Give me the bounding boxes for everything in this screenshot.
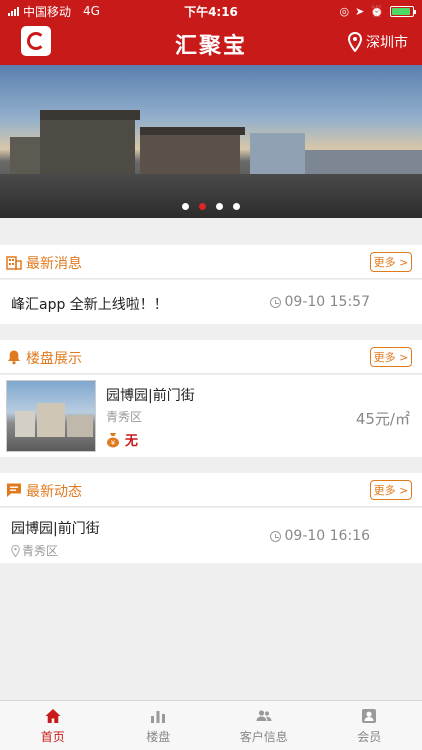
tab-customers[interactable]: 客户信息 <box>211 701 317 750</box>
dynamics-item-location: 青秀区 <box>11 542 58 559</box>
properties-section-header: 楼盘展示 更多 > <box>0 340 422 374</box>
location-pin-icon <box>347 32 363 52</box>
property-badge: ¥ 无 <box>106 430 138 449</box>
home-icon <box>45 708 61 723</box>
news-item-time: 09-10 15:57 <box>269 294 370 310</box>
property-list-item[interactable]: 园博园|前门街 青秀区 ¥ 无 45元/㎡ <box>0 375 422 457</box>
news-more-button[interactable]: 更多 > <box>370 252 412 272</box>
city-selector[interactable]: 深圳市 <box>347 32 408 52</box>
dynamics-item-title: 园博园|前门街 <box>11 521 100 537</box>
dynamics-location-label: 青秀区 <box>22 544 59 558</box>
dynamics-section-header: 最新动态 更多 > <box>0 473 422 507</box>
rotation-lock-icon: ◎ <box>339 4 350 18</box>
property-badge-label: 无 <box>125 434 139 449</box>
svg-text:¥: ¥ <box>111 439 116 447</box>
tab-home[interactable]: 首页 <box>0 701 106 750</box>
signal-icon <box>8 6 19 16</box>
bar-chart-icon <box>151 710 166 723</box>
tab-properties[interactable]: 楼盘 <box>106 701 212 750</box>
bottom-tab-bar: 首页 楼盘 客户信息 会员 <box>0 700 422 750</box>
network-label: 4G <box>83 4 100 18</box>
banner-carousel[interactable] <box>0 65 422 218</box>
properties-section-title: 楼盘展示 <box>26 351 82 367</box>
status-bar: 中国移动 4G 下午4:16 ◎ ➤ ⏰ <box>0 0 422 22</box>
dynamics-time-label: 09-10 16:16 <box>284 528 370 544</box>
property-price: 45元/㎡ <box>355 410 410 428</box>
dynamics-section-title: 最新动态 <box>26 484 82 500</box>
property-district: 青秀区 <box>106 410 143 424</box>
building-icon <box>6 256 22 270</box>
message-icon <box>7 483 21 497</box>
member-icon <box>362 708 377 723</box>
location-pin-small-icon <box>11 544 20 557</box>
dynamics-more-button[interactable]: 更多 > <box>370 480 412 500</box>
alarm-icon: ⏰ <box>370 4 384 18</box>
carousel-dot[interactable] <box>199 203 206 210</box>
tab-member-label: 会员 <box>357 729 382 744</box>
carousel-dot[interactable] <box>182 203 189 210</box>
carousel-dot[interactable] <box>233 203 240 210</box>
tab-customers-label: 客户信息 <box>239 729 288 744</box>
dynamics-item-time: 09-10 16:16 <box>269 528 370 544</box>
money-bag-icon: ¥ <box>107 432 119 447</box>
news-item-title: 峰汇app 全新上线啦！！ <box>11 297 168 313</box>
tab-properties-label: 楼盘 <box>146 729 171 744</box>
top-navbar: 汇聚宝 深圳市 <box>0 22 422 65</box>
tab-home-label: 首页 <box>40 729 65 744</box>
location-arrow-icon: ➤ <box>355 4 365 18</box>
news-list-item[interactable]: 峰汇app 全新上线啦！！ 09-10 15:57 <box>0 280 422 324</box>
carrier-label: 中国移动 <box>23 4 72 19</box>
carousel-dot[interactable] <box>216 203 223 210</box>
tab-member[interactable]: 会员 <box>317 701 422 750</box>
property-name: 园博园|前门街 <box>106 388 195 404</box>
dynamics-list-item[interactable]: 园博园|前门街 青秀区 09-10 16:16 <box>0 508 422 563</box>
people-icon <box>256 709 272 721</box>
city-label: 深圳市 <box>366 35 408 51</box>
property-thumbnail <box>6 380 96 452</box>
properties-more-button[interactable]: 更多 > <box>370 347 412 367</box>
news-section-header: 最新消息 更多 > <box>0 245 422 279</box>
bell-icon <box>8 350 20 365</box>
clock-icon <box>269 296 281 308</box>
clock-icon <box>269 530 281 542</box>
news-section-title: 最新消息 <box>26 256 82 272</box>
battery-icon <box>390 5 416 17</box>
carousel-indicator[interactable] <box>0 203 422 210</box>
news-time-label: 09-10 15:57 <box>284 294 370 310</box>
status-time: 下午4:16 <box>184 4 238 19</box>
